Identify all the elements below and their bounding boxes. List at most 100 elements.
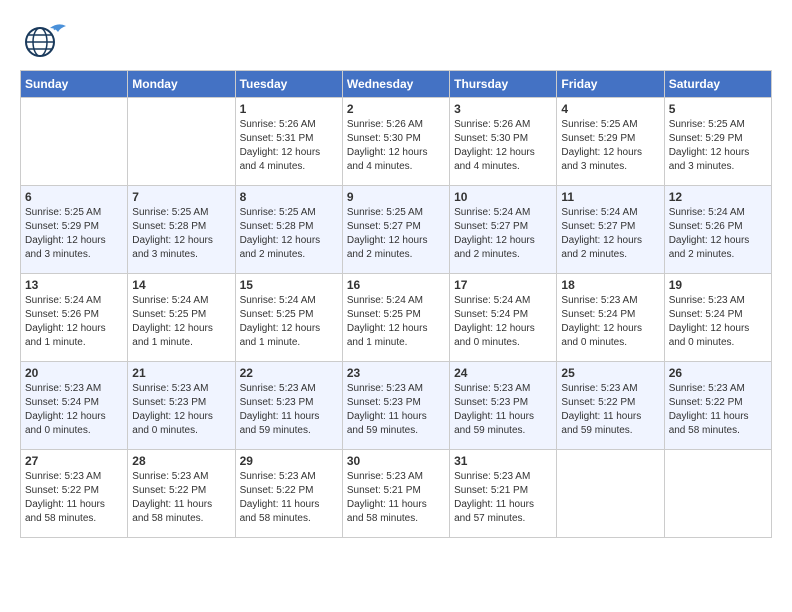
day-info: Sunrise: 5:24 AM Sunset: 5:25 PM Dayligh…: [240, 294, 338, 350]
calendar-cell: 8 Sunrise: 5:25 AM Sunset: 5:28 PM Daylig…: [235, 186, 342, 274]
day-number: 28: [132, 454, 230, 468]
logo-icon: [20, 20, 70, 60]
calendar-cell: 27Sunrise: 5:23 AM Sunset: 5:22 PM Dayli…: [21, 450, 128, 538]
calendar-header-row: SundayMondayTuesdayWednesdayThursdayFrid…: [21, 71, 772, 98]
day-number: 15: [240, 278, 338, 292]
day-info: Sunrise: 5:23 AM Sunset: 5:24 PM Dayligh…: [561, 294, 659, 350]
calendar-cell: 4 Sunrise: 5:25 AM Sunset: 5:29 PM Daylig…: [557, 98, 664, 186]
calendar-cell: 3 Sunrise: 5:26 AM Sunset: 5:30 PM Daylig…: [450, 98, 557, 186]
calendar-cell: 7 Sunrise: 5:25 AM Sunset: 5:28 PM Daylig…: [128, 186, 235, 274]
day-number: 6: [25, 190, 123, 204]
day-number: 21: [132, 366, 230, 380]
calendar-header-monday: Monday: [128, 71, 235, 98]
calendar-cell: 23Sunrise: 5:23 AM Sunset: 5:23 PM Dayli…: [342, 362, 449, 450]
day-info: Sunrise: 5:24 AM Sunset: 5:26 PM Dayligh…: [25, 294, 123, 350]
day-number: 26: [669, 366, 767, 380]
day-info: Sunrise: 5:25 AM Sunset: 5:28 PM Dayligh…: [240, 206, 338, 262]
day-info: Sunrise: 5:24 AM Sunset: 5:24 PM Dayligh…: [454, 294, 552, 350]
calendar-cell: 21 Sunrise: 5:23 AM Sunset: 5:23 PM Dayli…: [128, 362, 235, 450]
calendar-cell: 12 Sunrise: 5:24 AM Sunset: 5:26 PM Dayli…: [664, 186, 771, 274]
calendar-cell: 19Sunrise: 5:23 AM Sunset: 5:24 PM Dayli…: [664, 274, 771, 362]
calendar-cell: 2 Sunrise: 5:26 AM Sunset: 5:30 PM Daylig…: [342, 98, 449, 186]
day-number: 4: [561, 102, 659, 116]
calendar-header-saturday: Saturday: [664, 71, 771, 98]
calendar-cell: 20Sunrise: 5:23 AM Sunset: 5:24 PM Dayli…: [21, 362, 128, 450]
day-info: Sunrise: 5:25 AM Sunset: 5:27 PM Dayligh…: [347, 206, 445, 262]
day-number: 30: [347, 454, 445, 468]
day-number: 31: [454, 454, 552, 468]
calendar-cell: [21, 98, 128, 186]
day-number: 16: [347, 278, 445, 292]
day-number: 27: [25, 454, 123, 468]
calendar-cell: 14Sunrise: 5:24 AM Sunset: 5:25 PM Dayli…: [128, 274, 235, 362]
day-number: 3: [454, 102, 552, 116]
calendar-cell: 22 Sunrise: 5:23 AM Sunset: 5:23 PM Dayli…: [235, 362, 342, 450]
day-info: Sunrise: 5:26 AM Sunset: 5:30 PM Dayligh…: [347, 118, 445, 174]
calendar-cell: 30 Sunrise: 5:23 AM Sunset: 5:21 PM Dayli…: [342, 450, 449, 538]
day-number: 11: [561, 190, 659, 204]
calendar-header-thursday: Thursday: [450, 71, 557, 98]
day-number: 1: [240, 102, 338, 116]
day-number: 14: [132, 278, 230, 292]
day-info: Sunrise: 5:24 AM Sunset: 5:25 PM Dayligh…: [347, 294, 445, 350]
calendar-cell: [128, 98, 235, 186]
day-info: Sunrise: 5:25 AM Sunset: 5:28 PM Dayligh…: [132, 206, 230, 262]
day-number: 2: [347, 102, 445, 116]
calendar-week-row: 27 Sunrise: 5:23 AM Sunset: 5:22 PM Dayli…: [21, 450, 772, 538]
calendar-cell: 31 Sunrise: 5:23 AM Sunset: 5:21 PM Dayli…: [450, 450, 557, 538]
calendar-cell: 24 Sunrise: 5:23 AM Sunset: 5:23 PM Dayli…: [450, 362, 557, 450]
day-number: 24: [454, 366, 552, 380]
day-number: 5: [669, 102, 767, 116]
day-number: 8: [240, 190, 338, 204]
day-info: Sunrise: 5:23 AM Sunset: 5:22 PM Dayligh…: [240, 470, 338, 526]
calendar-cell: [664, 450, 771, 538]
day-info: Sunrise: 5:25 AM Sunset: 5:29 PM Dayligh…: [669, 118, 767, 174]
day-number: 22: [240, 366, 338, 380]
day-info: Sunrise: 5:23 AM Sunset: 5:23 PM Dayligh…: [132, 382, 230, 438]
calendar-cell: 15 Sunrise: 5:24 AM Sunset: 5:25 PM Dayli…: [235, 274, 342, 362]
calendar-cell: 16 Sunrise: 5:24 AM Sunset: 5:25 PM Dayli…: [342, 274, 449, 362]
calendar-cell: [557, 450, 664, 538]
calendar-cell: 6 Sunrise: 5:25 AM Sunset: 5:29 PM Daylig…: [21, 186, 128, 274]
day-info: Sunrise: 5:24 AM Sunset: 5:27 PM Dayligh…: [454, 206, 552, 262]
day-info: Sunrise: 5:23 AM Sunset: 5:23 PM Dayligh…: [240, 382, 338, 438]
calendar-cell: 10 Sunrise: 5:24 AM Sunset: 5:27 PM Dayli…: [450, 186, 557, 274]
day-number: 7: [132, 190, 230, 204]
calendar-cell: 11 Sunrise: 5:24 AM Sunset: 5:27 PM Dayli…: [557, 186, 664, 274]
day-info: Sunrise: 5:23 AM Sunset: 5:23 PM Dayligh…: [347, 382, 445, 438]
calendar-cell: 29Sunrise: 5:23 AM Sunset: 5:22 PM Dayli…: [235, 450, 342, 538]
day-number: 9: [347, 190, 445, 204]
calendar-cell: 13Sunrise: 5:24 AM Sunset: 5:26 PM Dayli…: [21, 274, 128, 362]
day-info: Sunrise: 5:24 AM Sunset: 5:26 PM Dayligh…: [669, 206, 767, 262]
day-info: Sunrise: 5:23 AM Sunset: 5:21 PM Dayligh…: [454, 470, 552, 526]
calendar-header-sunday: Sunday: [21, 71, 128, 98]
calendar-week-row: 20Sunrise: 5:23 AM Sunset: 5:24 PM Dayli…: [21, 362, 772, 450]
calendar-week-row: 6 Sunrise: 5:25 AM Sunset: 5:29 PM Daylig…: [21, 186, 772, 274]
day-info: Sunrise: 5:24 AM Sunset: 5:27 PM Dayligh…: [561, 206, 659, 262]
day-number: 12: [669, 190, 767, 204]
day-info: Sunrise: 5:26 AM Sunset: 5:31 PM Dayligh…: [240, 118, 338, 174]
logo: [20, 20, 74, 60]
calendar-cell: 1 Sunrise: 5:26 AM Sunset: 5:31 PM Daylig…: [235, 98, 342, 186]
day-info: Sunrise: 5:25 AM Sunset: 5:29 PM Dayligh…: [561, 118, 659, 174]
day-number: 25: [561, 366, 659, 380]
calendar-cell: 18 Sunrise: 5:23 AM Sunset: 5:24 PM Dayli…: [557, 274, 664, 362]
day-info: Sunrise: 5:23 AM Sunset: 5:22 PM Dayligh…: [669, 382, 767, 438]
calendar-cell: 25Sunrise: 5:23 AM Sunset: 5:22 PM Dayli…: [557, 362, 664, 450]
calendar-table: SundayMondayTuesdayWednesdayThursdayFrid…: [20, 70, 772, 538]
day-number: 18: [561, 278, 659, 292]
calendar-header-wednesday: Wednesday: [342, 71, 449, 98]
day-info: Sunrise: 5:25 AM Sunset: 5:29 PM Dayligh…: [25, 206, 123, 262]
day-number: 19: [669, 278, 767, 292]
calendar-cell: 9 Sunrise: 5:25 AM Sunset: 5:27 PM Daylig…: [342, 186, 449, 274]
day-number: 10: [454, 190, 552, 204]
page-header: [20, 20, 772, 60]
day-info: Sunrise: 5:26 AM Sunset: 5:30 PM Dayligh…: [454, 118, 552, 174]
day-number: 17: [454, 278, 552, 292]
day-info: Sunrise: 5:23 AM Sunset: 5:21 PM Dayligh…: [347, 470, 445, 526]
day-info: Sunrise: 5:23 AM Sunset: 5:22 PM Dayligh…: [132, 470, 230, 526]
day-info: Sunrise: 5:23 AM Sunset: 5:24 PM Dayligh…: [25, 382, 123, 438]
day-info: Sunrise: 5:23 AM Sunset: 5:23 PM Dayligh…: [454, 382, 552, 438]
calendar-cell: 28 Sunrise: 5:23 AM Sunset: 5:22 PM Dayli…: [128, 450, 235, 538]
calendar-cell: 5 Sunrise: 5:25 AM Sunset: 5:29 PM Daylig…: [664, 98, 771, 186]
